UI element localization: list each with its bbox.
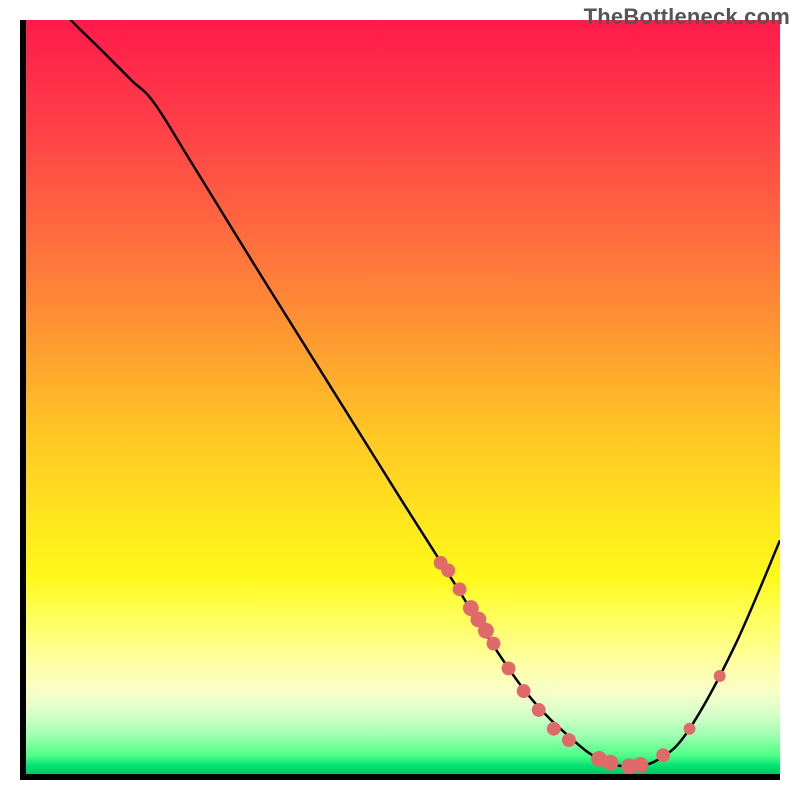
data-marker [602,755,618,771]
data-marker [656,748,670,762]
data-marker [453,582,467,596]
data-marker [547,722,561,736]
data-marker [441,563,455,577]
data-marker [532,703,546,717]
watermark-text: TheBottleneck.com [584,4,790,30]
chart-root: TheBottleneck.com [0,0,800,800]
chart-svg [26,20,780,774]
data-marker [633,757,649,773]
data-marker [478,623,494,639]
data-marker [517,684,531,698]
data-marker [684,723,696,735]
bottleneck-curve [26,20,780,766]
plot-area [20,20,780,780]
data-marker [562,733,576,747]
data-marker [487,637,501,651]
data-marker [714,670,726,682]
data-marker [502,661,516,675]
